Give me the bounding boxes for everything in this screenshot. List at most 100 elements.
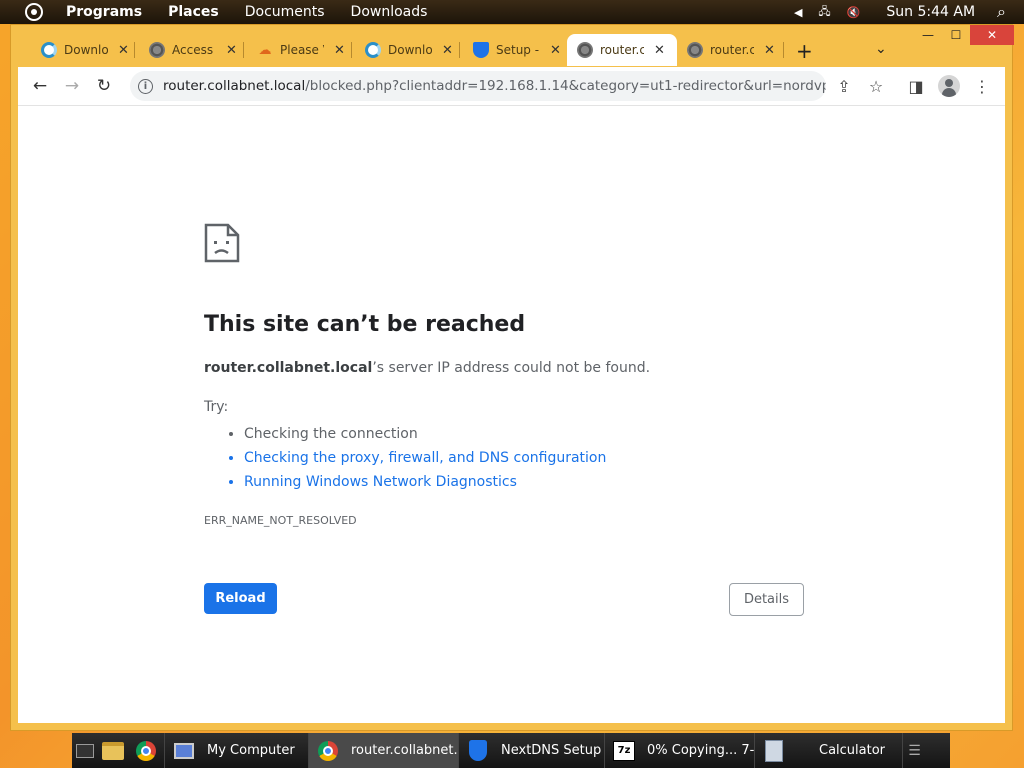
error-description: router.collabnet.local’s server IP addre… (204, 360, 650, 376)
task-label: router.collabnet.lo... (351, 743, 458, 758)
tab-title: router.c (600, 43, 644, 57)
info-icon[interactable]: i (138, 78, 153, 94)
reload-icon[interactable]: ↻ (88, 76, 120, 96)
network-icon[interactable]: 🖧 (818, 3, 830, 22)
task-label: My Computer (207, 743, 295, 758)
task-chrome[interactable]: router.collabnet.lo... (308, 733, 458, 768)
url-host: router.collabnet.local (163, 78, 306, 94)
url-text: router.collabnet.local/blocked.php?clien… (163, 78, 826, 94)
globe-icon (149, 42, 165, 58)
chrome-icon (317, 740, 339, 762)
reload-button[interactable]: Reload (204, 583, 277, 614)
places-menu[interactable]: Places (168, 4, 219, 20)
window-close-icon[interactable]: ✕ (970, 25, 1014, 45)
tab-title: Downlo (388, 43, 432, 57)
profile-avatar-icon[interactable] (938, 75, 960, 97)
address-bar[interactable]: i router.collabnet.local/blocked.php?cli… (130, 71, 826, 101)
globe-icon (687, 42, 703, 58)
error-host: router.collabnet.local (204, 360, 373, 376)
window-controls: — ☐ ✕ (914, 25, 1014, 45)
tab-router[interactable]: router.c ✕ (677, 35, 775, 65)
task-nextdns-setup[interactable]: NextDNS Setup (458, 733, 604, 768)
tab-router-active[interactable]: router.c ✕ (567, 34, 677, 66)
downloads-menu[interactable]: Downloads (351, 4, 428, 20)
new-tab-icon[interactable]: + (796, 39, 813, 63)
close-icon[interactable]: ✕ (764, 43, 775, 58)
taskbar-menu-icon[interactable]: ☰ (902, 733, 926, 768)
back-arrow-icon[interactable]: ← (24, 76, 56, 96)
chevron-down-icon[interactable]: ⌄ (875, 41, 887, 57)
task-7zip[interactable]: 7z 0% Copying... 7-Zip (604, 733, 754, 768)
tab-title: Setup - (496, 43, 540, 57)
documents-menu[interactable]: Documents (245, 4, 325, 20)
calculator-icon (763, 739, 785, 762)
task-label: NextDNS Setup (501, 743, 602, 758)
tab-strip: Downlo ✕ Access d ✕ ☁ Please V ✕ Downlo … (11, 25, 1014, 67)
task-label: 0% Copying... 7-Zip (647, 743, 754, 758)
close-icon[interactable]: ✕ (654, 43, 665, 58)
shield-icon (473, 42, 489, 58)
minimize-icon[interactable]: — (914, 25, 942, 45)
details-button[interactable]: Details (729, 583, 804, 616)
url-path: /blocked.php?clientaddr=192.168.1.14&cat… (305, 78, 826, 94)
volume-muted-icon[interactable]: 🔇 (847, 6, 861, 19)
tab-title: Access d (172, 43, 216, 57)
chrome-launcher[interactable] (128, 733, 164, 768)
sad-document-icon (204, 223, 240, 263)
browser-window: Downlo ✕ Access d ✕ ☁ Please V ✕ Downlo … (10, 24, 1014, 731)
tab-separator (459, 42, 460, 58)
tab-separator (783, 42, 784, 58)
tab-download-2[interactable]: Downlo ✕ (355, 35, 453, 65)
side-panel-icon[interactable]: ◨ (900, 77, 932, 96)
tab-setup[interactable]: Setup - ✕ (463, 35, 561, 65)
share-icon[interactable]: ⇪ (828, 77, 860, 96)
globe-icon (577, 42, 593, 58)
loader-icon (365, 42, 381, 58)
tab-download-1[interactable]: Downlo ✕ (31, 35, 129, 65)
forward-arrow-icon[interactable]: → (56, 76, 88, 96)
browser-toolbar: ← → ↻ i router.collabnet.local/blocked.p… (18, 67, 1005, 105)
suggestion-check-connection: Checking the connection (244, 422, 606, 446)
tab-title: Please V (280, 43, 324, 57)
star-icon[interactable]: ☆ (860, 77, 892, 96)
menu-dots-icon[interactable]: ⋮ (966, 77, 998, 96)
arrow-left-icon[interactable]: ◀ (794, 6, 802, 19)
maximize-icon[interactable]: ☐ (942, 25, 970, 45)
error-desc-text: ’s server IP address could not be found. (372, 360, 651, 376)
tab-separator (134, 42, 135, 58)
system-menu-icon[interactable] (25, 3, 43, 21)
close-icon[interactable]: ✕ (334, 43, 345, 58)
taskbar: My Computer router.collabnet.lo... NextD… (72, 733, 950, 768)
search-icon[interactable]: ⌕ (997, 2, 1006, 22)
tab-access[interactable]: Access d ✕ (139, 35, 237, 65)
close-icon[interactable]: ✕ (226, 43, 237, 58)
shield-icon (467, 740, 489, 762)
error-code: ERR_NAME_NOT_RESOLVED (204, 514, 357, 527)
close-icon[interactable]: ✕ (550, 43, 561, 58)
computer-icon (173, 740, 195, 762)
desktop-icon (76, 743, 94, 758)
file-manager-launcher[interactable] (98, 733, 128, 768)
programs-menu[interactable]: Programs (66, 4, 142, 20)
chrome-icon (136, 740, 156, 761)
task-my-computer[interactable]: My Computer (164, 733, 308, 768)
top-panel: Programs Places Documents Downloads ◀ 🖧 … (0, 0, 1024, 24)
suggestion-network-diagnostics-link[interactable]: Running Windows Network Diagnostics (244, 470, 606, 494)
task-label: Calculator (819, 743, 886, 758)
tab-separator (351, 42, 352, 58)
loader-icon (41, 42, 57, 58)
suggestions-list: Checking the connection Checking the pro… (244, 422, 606, 494)
close-icon[interactable]: ✕ (442, 43, 453, 58)
close-icon[interactable]: ✕ (118, 43, 129, 58)
folder-icon (102, 741, 124, 760)
show-desktop-button[interactable] (72, 733, 98, 768)
tab-title: Downlo (64, 43, 108, 57)
page-title: This site can’t be reached (204, 312, 526, 337)
task-calculator[interactable]: Calculator (754, 733, 902, 768)
clock[interactable]: Sun 5:44 AM (886, 4, 975, 20)
try-label: Try: (204, 399, 229, 415)
tab-please-verify[interactable]: ☁ Please V ✕ (247, 35, 345, 65)
suggestion-check-proxy-link[interactable]: Checking the proxy, firewall, and DNS co… (244, 446, 606, 470)
tab-title: router.c (710, 43, 754, 57)
7zip-icon: 7z (613, 740, 635, 762)
